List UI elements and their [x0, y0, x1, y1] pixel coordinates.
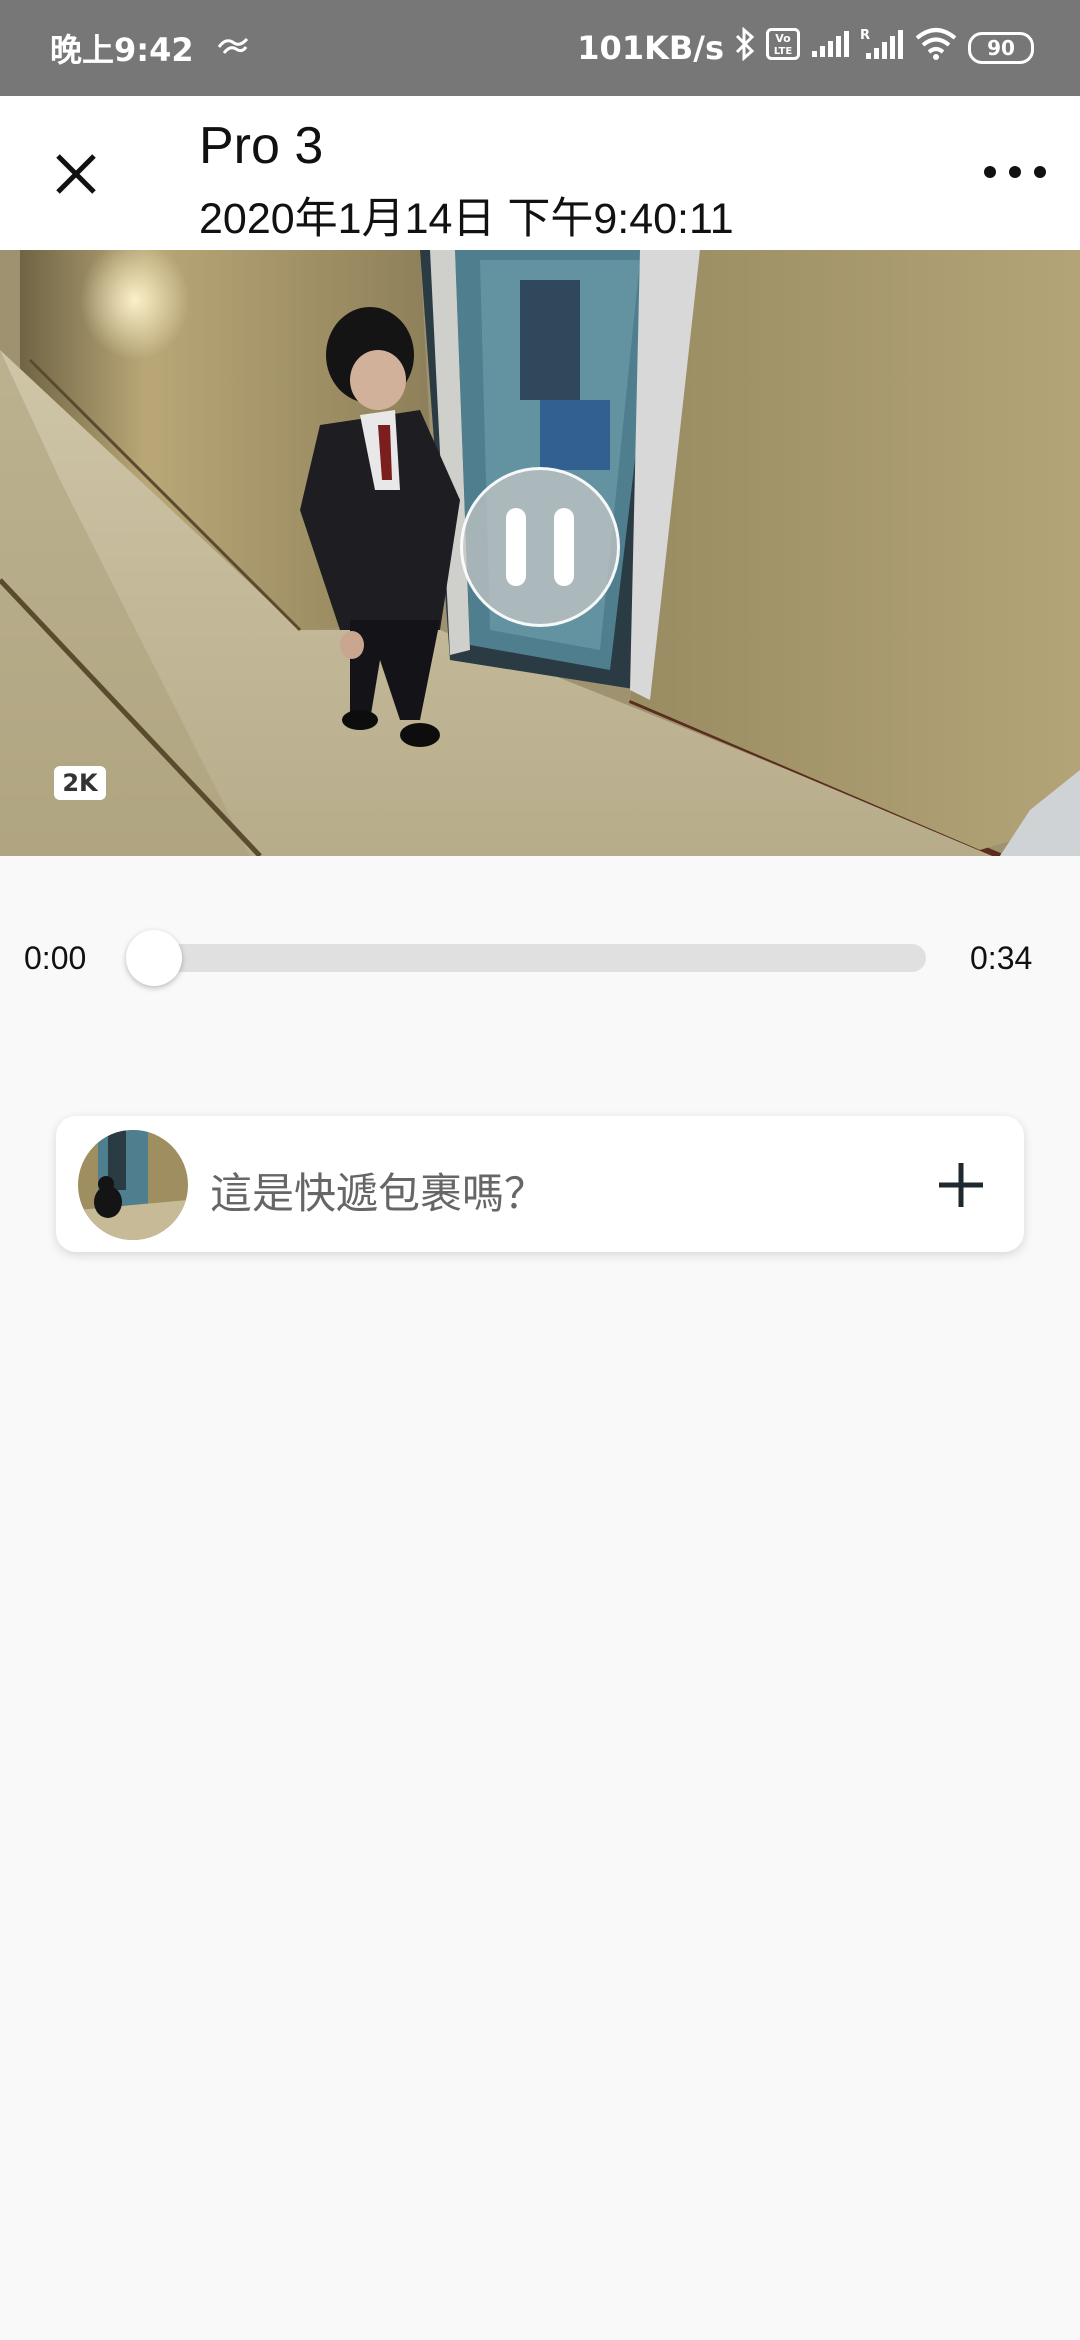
- signal-icon-sim1: [810, 29, 850, 67]
- notification-icon: [216, 29, 250, 67]
- bluetooth-icon: [734, 26, 756, 69]
- volte-icon: Vo LTE: [766, 28, 800, 68]
- package-question-text: 這是快遞包裹嗎？: [210, 1169, 547, 1218]
- current-time: 0:00: [24, 940, 87, 976]
- event-thumbnail: [78, 1130, 188, 1240]
- signal-icon-sim2: R: [860, 27, 904, 69]
- more-options-button[interactable]: [980, 160, 1050, 184]
- pause-icon-bar-right: [554, 508, 574, 586]
- svg-text:R: R: [860, 28, 870, 43]
- status-right: 101KB/s Vo LTE R 90: [567, 26, 1034, 70]
- status-left: 晚上9:42: [50, 25, 250, 71]
- pause-icon-bar-left: [506, 508, 526, 586]
- seek-bar-thumb[interactable]: [126, 930, 182, 986]
- svg-text:Vo: Vo: [775, 32, 791, 45]
- wifi-icon: [914, 26, 958, 70]
- add-button[interactable]: [936, 1160, 986, 1210]
- more-icon: [984, 166, 1046, 178]
- recording-timestamp: 2020年1月14日 下午9:40:11: [199, 195, 734, 243]
- quality-badge: 2K: [54, 766, 106, 800]
- status-bar: 晚上9:42 101KB/s Vo LTE R 90: [0, 0, 1080, 96]
- plus-icon: [939, 1163, 983, 1207]
- total-duration: 0:34: [970, 940, 1033, 976]
- close-icon: [56, 154, 96, 194]
- seek-bar-track[interactable]: [130, 944, 926, 972]
- status-time: 晚上9:42: [50, 31, 194, 69]
- close-button[interactable]: [48, 146, 104, 202]
- device-title: Pro 3: [199, 117, 324, 175]
- pause-button[interactable]: [460, 467, 620, 627]
- package-question-card[interactable]: 這是快遞包裹嗎？: [56, 1116, 1024, 1252]
- battery-indicator: 90: [968, 32, 1034, 64]
- top-app-bar: Pro 3 2020年1月14日 下午9:40:11: [0, 96, 1080, 250]
- svg-text:LTE: LTE: [774, 46, 793, 57]
- network-speed: 101KB/s: [577, 29, 724, 67]
- video-player[interactable]: 2K: [0, 250, 1080, 856]
